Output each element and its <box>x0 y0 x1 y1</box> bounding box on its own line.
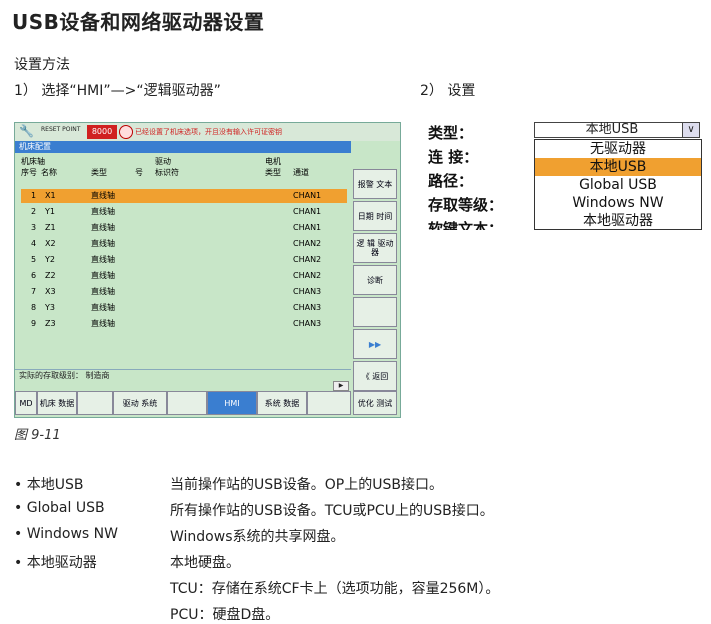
chevron-down-icon[interactable]: ∨ <box>682 122 700 138</box>
step-2: 2） 设置 <box>420 83 476 99</box>
bullet-label: • 本地驱动器 <box>14 555 97 571</box>
bullet-label: • Windows NW <box>14 526 118 542</box>
hkey-empty-3[interactable] <box>307 391 351 415</box>
header-motor-type: 类型 <box>265 168 281 177</box>
header-id: 标识符 <box>155 168 179 177</box>
option-global-usb[interactable]: Global USB <box>535 176 701 194</box>
drive-settings-figure: 类型： 连 接： 路径： 存取等级： 软键文本： 本地USB ∨ 无驱动器 本地… <box>424 122 702 230</box>
header-axis-group: 机床轴 <box>21 157 45 166</box>
softkey-diagnosis[interactable]: 诊断 <box>353 265 397 295</box>
bullet-desc: Windows系统的共享网盘。 <box>170 529 345 545</box>
hmi-top-bar: 🔧 RESET POINT 8000 已经设置了机床选项，开且没有输入许可证密钥 <box>15 123 400 141</box>
header-drive-group: 驱动 <box>155 157 171 166</box>
method-label: 设置方法 <box>14 57 70 73</box>
wrench-icon: 🔧 <box>19 124 34 138</box>
hkey-md[interactable]: MD <box>15 391 37 415</box>
option-no-drive[interactable]: 无驱动器 <box>535 140 701 158</box>
header-motor-group: 电机 <box>265 157 281 166</box>
bullet-desc: 本地硬盘。 <box>170 555 240 571</box>
scroll-right-icon[interactable]: ▶ <box>333 381 349 391</box>
softkey-forward[interactable]: ▶▶ <box>353 329 397 359</box>
softkey-logical-drive[interactable]: 逻 辑 驱动器 <box>353 233 397 263</box>
hkey-drive-system[interactable]: 驱动 系统 <box>113 391 167 415</box>
bullet-label: • Global USB <box>14 500 105 516</box>
table-row[interactable]: 6 Z2 直线轴 CHAN2 <box>21 269 347 283</box>
bullet-desc: 当前操作站的USB设备。OP上的USB接口。 <box>170 477 443 493</box>
bullet-extra-pcu: PCU：硬盘D盘。 <box>170 607 280 623</box>
table-row[interactable]: 8 Y3 直线轴 CHAN3 <box>21 301 347 315</box>
label-softkey-text: 软键文本： <box>428 220 504 230</box>
hkey-empty-2[interactable] <box>167 391 207 415</box>
label-connection: 连 接： <box>428 148 479 166</box>
page-title: USB设备和网络驱动器设置 <box>12 10 265 34</box>
header-type: 类型 <box>91 168 107 177</box>
header-seq: 序号 <box>21 168 37 177</box>
softkey-back[interactable]: 《 返回 <box>353 361 397 391</box>
bullet-desc: 所有操作站的USB设备。TCU或PCU上的USB接口。 <box>170 503 494 519</box>
label-type: 类型： <box>428 124 474 142</box>
panel-title: 机床配置 <box>15 141 351 153</box>
table-row[interactable]: 3 Z1 直线轴 CHAN1 <box>21 221 347 235</box>
hkey-machine-data[interactable]: 机床 数据 <box>37 391 77 415</box>
table-row[interactable]: 9 Z3 直线轴 CHAN3 <box>21 317 347 331</box>
header-channel: 通道 <box>293 168 309 177</box>
type-select[interactable]: 本地USB <box>534 122 690 138</box>
option-local-drive[interactable]: 本地驱动器 <box>535 212 701 230</box>
reset-point-label: RESET POINT <box>41 126 81 133</box>
alarm-text: 已经设置了机床选项，开且没有输入许可证密钥 <box>135 128 282 136</box>
alarm-number: 8000 <box>87 125 117 139</box>
table-row[interactable]: 5 Y2 直线轴 CHAN2 <box>21 253 347 267</box>
label-path: 路径： <box>428 172 474 190</box>
softkey-empty-1[interactable] <box>353 297 397 327</box>
hkey-optimize[interactable]: 优化 测试 <box>353 391 397 415</box>
alarm-icon <box>119 125 133 139</box>
softkey-report-text[interactable]: 报警 文本 <box>353 169 397 199</box>
bullet-label: • 本地USB <box>14 477 84 493</box>
label-access-level: 存取等级： <box>428 196 504 214</box>
hkey-hmi[interactable]: HMI <box>207 391 257 415</box>
table-row[interactable]: 4 X2 直线轴 CHAN2 <box>21 237 347 251</box>
figure-caption: 图 9-11 <box>14 428 61 443</box>
option-windows-nw[interactable]: Windows NW <box>535 194 701 212</box>
hkey-empty-1[interactable] <box>77 391 113 415</box>
softkey-datetime[interactable]: 日期 时间 <box>353 201 397 231</box>
type-options-list: 无驱动器 本地USB Global USB Windows NW 本地驱动器 <box>534 139 702 230</box>
header-name: 名称 <box>41 168 57 177</box>
step-1: 1） 选择“HMI”—>“逻辑驱动器” <box>14 83 221 99</box>
table-row[interactable]: 7 X3 直线轴 CHAN3 <box>21 285 347 299</box>
bullet-extra-tcu: TCU：存储在系统CF卡上（选项功能，容量256M）。 <box>170 581 500 597</box>
hkey-system-data[interactable]: 系统 数据 <box>257 391 307 415</box>
table-row[interactable]: 2 Y1 直线轴 CHAN1 <box>21 205 347 219</box>
header-no: 号 <box>135 168 143 177</box>
access-level-status: 实际的存取级别： 制造商 <box>15 369 351 381</box>
table-row[interactable]: 1 X1 直线轴 CHAN1 <box>21 189 347 203</box>
option-local-usb[interactable]: 本地USB <box>535 158 701 176</box>
hmi-screen: 🔧 RESET POINT 8000 已经设置了机床选项，开且没有输入许可证密钥… <box>14 122 401 418</box>
